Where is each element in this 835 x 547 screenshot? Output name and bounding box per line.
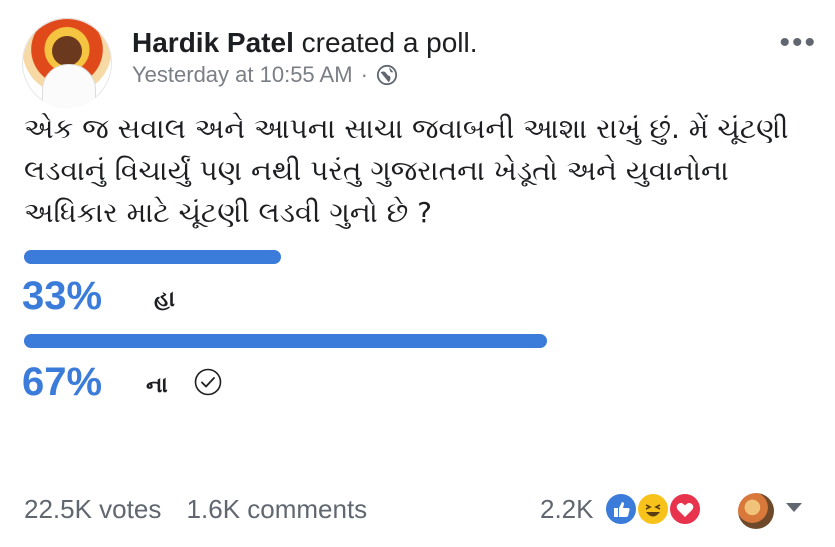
votes-count[interactable]: 22.5K votes [24, 494, 161, 524]
more-options-icon[interactable]: ••• [779, 28, 817, 58]
post-meta: Yesterday at 10:55 AM · [132, 62, 398, 88]
poll-option-percent-yes: 33% [22, 274, 103, 318]
reactions-summary[interactable]: 2.2K [540, 492, 702, 526]
reaction-count: 2.2K [540, 493, 594, 524]
poll-option-label-no[interactable]: ના [146, 373, 168, 398]
poll-stats: 22.5K votes 1.6K comments [24, 494, 367, 525]
globe-icon[interactable] [376, 64, 398, 86]
check-circle-icon [194, 368, 222, 396]
avatar-body [42, 64, 96, 108]
love-icon [667, 492, 702, 526]
chevron-down-icon[interactable] [786, 503, 802, 512]
meta-separator: · [360, 62, 368, 87]
comments-count[interactable]: 1.6K comments [187, 494, 368, 524]
avatar-head [52, 36, 82, 66]
poll-question: એક જ સવાલ અને આપના સાચા જવાબની આશા રાખું… [24, 112, 789, 229]
haha-icon [635, 492, 670, 526]
post-action-text: created a poll. [301, 27, 478, 58]
poll-option-bar-yes [24, 250, 281, 264]
poll-option-percent-no: 67% [22, 360, 103, 404]
viewer-avatar[interactable] [738, 493, 774, 529]
author-avatar[interactable] [22, 18, 112, 108]
like-icon [603, 492, 638, 526]
poll-option-label-yes[interactable]: હા [154, 287, 175, 312]
post-header: Hardik Patel created a poll. [132, 26, 478, 60]
post-timestamp[interactable]: Yesterday at 10:55 AM [132, 62, 353, 88]
author-name-link[interactable]: Hardik Patel [132, 27, 294, 58]
poll-option-bar-no [24, 334, 547, 348]
